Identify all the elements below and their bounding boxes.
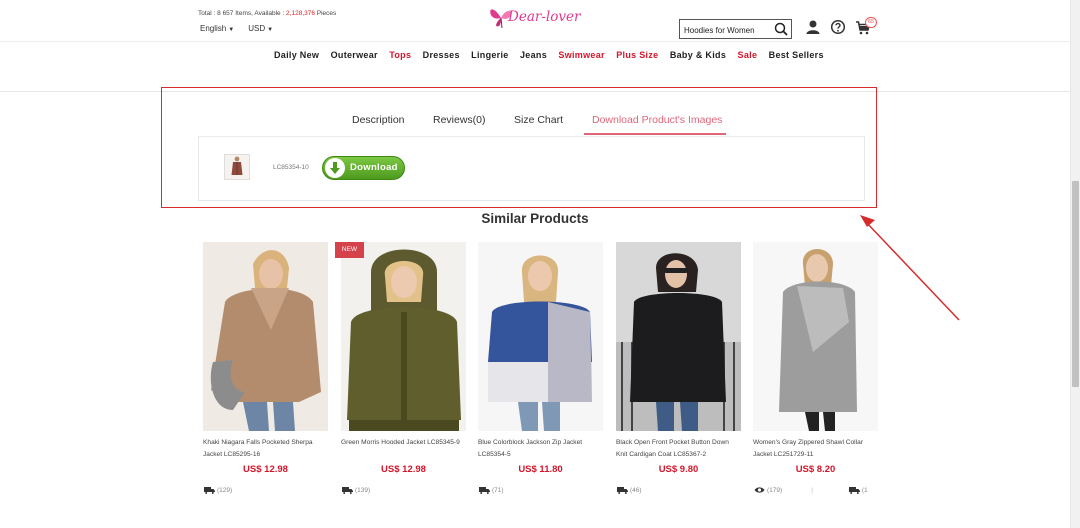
product-photo-gray-shawl-jacket [753, 242, 878, 431]
product-name[interactable]: Black Open Front Pocket Button Down Knit… [616, 437, 741, 461]
account-icon[interactable] [805, 19, 821, 35]
product-count: (46) [630, 486, 642, 494]
product-image[interactable] [203, 242, 328, 431]
nav-item-swimwear[interactable]: Swimwear [558, 50, 604, 60]
product-shipping: (71) [479, 486, 504, 494]
nav-item-sale[interactable]: Sale [738, 50, 758, 60]
similar-products-title: Similar Products [481, 211, 589, 226]
product-price: US$ 12.98 [381, 464, 426, 475]
download-button[interactable]: Download [322, 156, 405, 180]
product-sku: LC85354-10 [273, 164, 309, 171]
nav-item-best-sellers[interactable]: Best Sellers [769, 50, 824, 60]
product-shipping: (139) [342, 486, 370, 494]
tab-download-images[interactable]: Download Product's Images [592, 114, 722, 126]
active-tab-indicator [584, 133, 726, 135]
product-shipping: (129) [204, 486, 232, 494]
product-price: US$ 12.98 [243, 464, 288, 475]
currency-caret-icon: ▼ [267, 27, 274, 33]
truck-icon [204, 487, 215, 494]
truck-icon [479, 487, 490, 494]
product-photo-green-jacket [341, 242, 466, 431]
product-truck-count: (1 [861, 486, 868, 494]
product-image[interactable] [753, 242, 878, 431]
nav-item-baby-kids[interactable]: Baby & Kids [670, 50, 726, 60]
nav-item-dresses[interactable]: Dresses [423, 50, 460, 60]
product-photo-colorblock-jacket [478, 242, 603, 431]
language-caret-icon: ▼ [228, 27, 235, 33]
currency-label: USD [248, 24, 266, 33]
product-name[interactable]: Blue Colorblock Jackson Zip Jacket LC853… [478, 437, 603, 461]
currency-selector[interactable]: USD ▼ [248, 24, 273, 33]
product-price: US$ 11.80 [518, 464, 563, 475]
tab-size-chart[interactable]: Size Chart [514, 114, 563, 126]
product-shipping: (46) [617, 486, 642, 494]
nav-item-tops[interactable]: Tops [389, 50, 411, 60]
search-icon[interactable] [774, 22, 788, 36]
product-name[interactable]: Green Morris Hooded Jacket LC85345-9 [341, 437, 466, 461]
product-tabs: Description Reviews(0) Size Chart Downlo… [0, 114, 1070, 134]
header-divider [0, 41, 1070, 42]
nav-item-outerwear[interactable]: Outerwear [331, 50, 378, 60]
search-input[interactable] [680, 21, 772, 39]
coat-thumbnail-image [225, 155, 249, 179]
scrollbar-thumb[interactable] [1072, 181, 1079, 387]
stock-summary: Total : 8 657 Items, Available : 2,128,3… [198, 10, 336, 17]
download-arrow-circle [325, 158, 345, 178]
logo-wordmark: Dear-lover [508, 9, 581, 25]
product-count: (129) [217, 486, 233, 494]
site-logo[interactable]: Dear-lover [488, 4, 584, 32]
product-count: (179) [767, 486, 783, 494]
product-name[interactable]: Khaki Niagara Falls Pocketed Sherpa Jack… [203, 437, 328, 461]
help-icon[interactable] [830, 19, 846, 35]
truck-icon [342, 487, 353, 494]
stock-prefix: Total : 8 657 Items, Available : [198, 10, 287, 17]
nav-item-lingerie[interactable]: Lingerie [471, 50, 508, 60]
stock-count: 2,128,376 [286, 10, 315, 17]
download-arrow-icon [330, 162, 340, 174]
product-views: (179) | (1 [754, 486, 868, 494]
product-name[interactable]: Women's Gray Zippered Shawl Collar Jacke… [753, 437, 878, 461]
product-image[interactable] [478, 242, 603, 431]
download-button-label: Download [350, 162, 398, 173]
product-price: US$ 9.80 [658, 464, 699, 475]
tab-reviews[interactable]: Reviews(0) [433, 114, 486, 126]
nav-item-daily-new[interactable]: Daily New [274, 50, 319, 60]
product-price: US$ 8.20 [795, 464, 836, 475]
product-photo-black-cardigan [616, 242, 741, 431]
language-label: English [200, 24, 227, 33]
main-nav: Daily New Outerwear Tops Dresses Lingerie Jea… [274, 50, 835, 60]
product-count: (71) [492, 486, 504, 494]
language-selector[interactable]: English ▼ [200, 24, 234, 33]
search-box [679, 19, 792, 39]
product-image[interactable] [616, 242, 741, 431]
locale-bar: English ▼ USD ▼ [200, 24, 273, 33]
new-badge: NEW [335, 242, 364, 258]
nav-item-plus-size[interactable]: Plus Size [616, 50, 658, 60]
truck-icon [617, 487, 628, 494]
product-thumbnail[interactable] [224, 154, 250, 180]
truck-icon [848, 487, 860, 494]
stock-suffix: Pieces [314, 10, 337, 17]
tab-description[interactable]: Description [352, 114, 405, 126]
product-photo-khaki-jacket [203, 242, 328, 431]
eye-icon [754, 487, 765, 493]
cart-count-badge: 65 [865, 17, 877, 28]
product-count: (139) [355, 486, 371, 494]
product-image[interactable] [341, 242, 466, 431]
meta-separator: | [811, 486, 813, 494]
nav-item-jeans[interactable]: Jeans [520, 50, 547, 60]
